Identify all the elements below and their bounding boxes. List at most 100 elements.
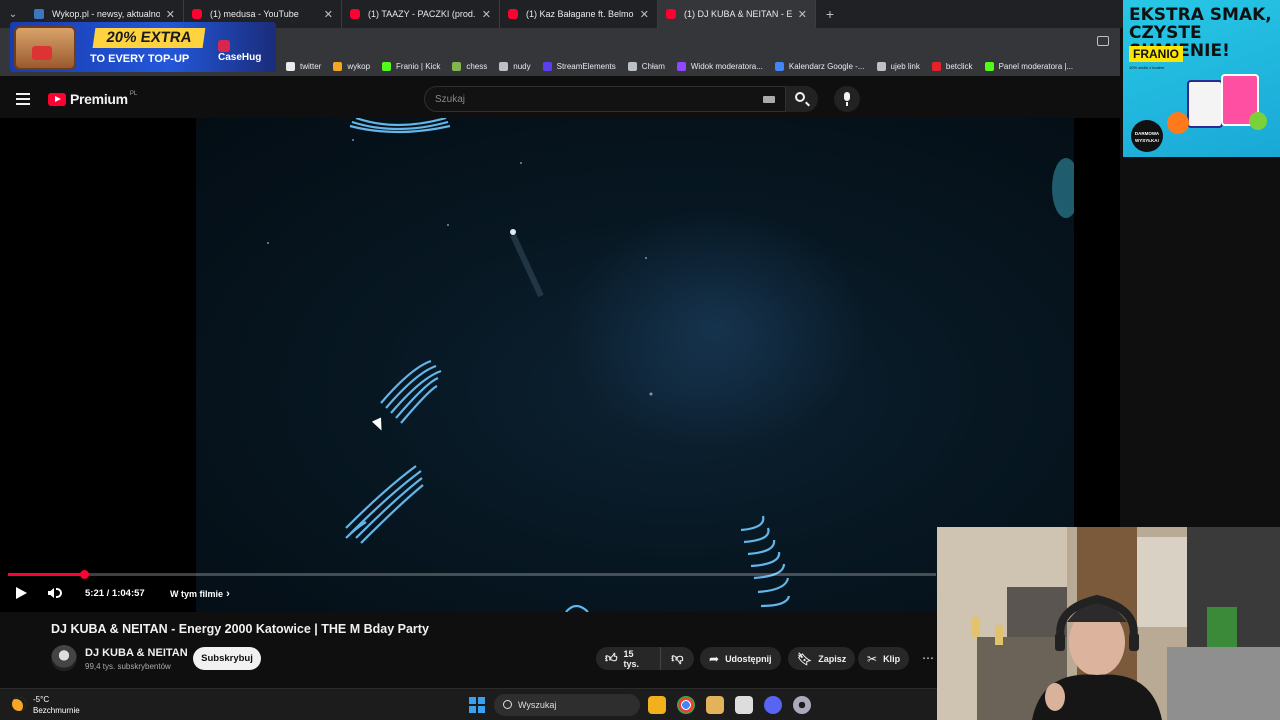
bookmark-item[interactable]: nudy xyxy=(499,61,531,71)
fruit-image xyxy=(1249,112,1267,130)
free-shipping-badge: DARMOWA WYSYŁKA! xyxy=(1131,120,1163,152)
windows-start-icon[interactable] xyxy=(469,697,485,713)
webcam-overlay xyxy=(937,527,1280,720)
logo-text: Premium xyxy=(70,91,128,107)
close-tab-icon[interactable]: ✕ xyxy=(640,8,649,21)
menu-icon[interactable] xyxy=(16,93,30,105)
subscribe-button[interactable]: Subskrybuj xyxy=(193,647,261,670)
discord-icon[interactable] xyxy=(764,696,782,714)
browser-tab[interactable]: (1) DJ KUBA & NEITAN - Energy ✕ xyxy=(658,0,816,28)
scrubber-handle[interactable] xyxy=(80,570,90,579)
close-tab-icon[interactable]: ✕ xyxy=(482,8,491,21)
save-button[interactable]: 🔖︎ Zapisz xyxy=(788,647,856,670)
settings-icon[interactable] xyxy=(793,696,811,714)
ad-brand: CaseHug xyxy=(218,40,276,63)
bookmark-item[interactable]: Kalendarz Google -... xyxy=(774,61,865,71)
close-tab-icon[interactable]: ✕ xyxy=(798,8,807,21)
tab-title: (1) medusa - YouTube xyxy=(210,9,299,19)
new-tab-button[interactable]: + xyxy=(816,0,844,28)
weather-description: Bezchmurnie xyxy=(33,706,80,715)
bookmark-item[interactable]: twitter xyxy=(286,61,321,71)
search-button[interactable] xyxy=(786,86,818,112)
bookmark-label: Panel moderatora |... xyxy=(998,61,1074,71)
like-count: 15 tys. xyxy=(623,648,640,669)
bookmark-favicon-icon xyxy=(286,61,295,71)
tab-title: (1) Kaz Bałagane ft. Belmondo xyxy=(526,9,634,19)
taskbar-search[interactable]: Wyszukaj xyxy=(494,694,640,716)
cast-icon[interactable] xyxy=(1097,36,1109,46)
share-button[interactable]: ➦ Udostępnij xyxy=(700,647,781,670)
more-actions-button[interactable]: ⋯ xyxy=(918,647,938,670)
casehug-ad-banner[interactable]: 20% EXTRA TO EVERY TOP-UP CaseHug xyxy=(10,22,276,72)
search-input[interactable] xyxy=(435,91,745,107)
youtube-header: Premium PL xyxy=(0,80,1120,118)
bookmark-favicon-icon xyxy=(499,61,509,71)
like-button[interactable]: 👍︎ 15 tys. xyxy=(596,647,661,670)
progress-bar[interactable] xyxy=(8,570,936,579)
like-dislike-group: 👍︎ 15 tys. 👎︎ xyxy=(596,647,694,670)
youtube-premium-logo[interactable]: Premium PL xyxy=(48,91,138,107)
region-label: PL xyxy=(129,91,138,97)
bookmark-item[interactable]: StreamElements xyxy=(542,61,616,71)
tab-title: (1) TAAZY - PACZKI (prod. Crack xyxy=(368,9,476,19)
bookmark-favicon-icon xyxy=(774,61,784,71)
close-tab-icon[interactable]: ✕ xyxy=(324,8,333,21)
bookmark-item[interactable]: Panel moderatora |... xyxy=(984,61,1074,71)
app-icon[interactable] xyxy=(706,696,724,714)
browser-tab[interactable]: (1) TAAZY - PACZKI (prod. Crack ✕ xyxy=(342,0,500,28)
franio-ad-banner[interactable]: EKSTRA SMAK, CZYSTE SUMIENIE! FRANIO 10%… xyxy=(1123,0,1280,157)
ad-note: 10% zniżki z kodem xyxy=(1129,65,1165,70)
search-box xyxy=(424,86,786,112)
weather-moon-icon[interactable] xyxy=(12,697,26,711)
chapters-button[interactable]: W tym filmie xyxy=(170,588,230,600)
keyboard-icon[interactable] xyxy=(763,96,775,103)
thumbs-up-icon: 👍︎ xyxy=(605,651,618,665)
bookmark-favicon-icon xyxy=(382,61,392,71)
channel-avatar[interactable] xyxy=(51,645,77,671)
clip-label: Klip xyxy=(883,653,901,664)
bookmark-favicon-icon xyxy=(452,61,462,71)
bookmark-label: Chłam xyxy=(641,61,665,71)
scissors-icon: ✂ xyxy=(867,651,878,666)
bookmark-favicon-icon xyxy=(876,61,886,71)
bookmark-item[interactable]: Chłam xyxy=(627,61,665,71)
bookmark-favicon-icon xyxy=(676,61,686,71)
share-icon: ➦ xyxy=(709,651,720,666)
wykop-icon xyxy=(34,9,44,19)
app-icon[interactable] xyxy=(735,696,753,714)
weather-temperature: -5°C xyxy=(33,695,50,704)
bookmark-label: Franio | Kick xyxy=(396,61,441,71)
youtube-icon xyxy=(666,9,676,19)
bookmark-item[interactable]: chess xyxy=(452,61,487,71)
bookmark-label: StreamElements xyxy=(556,61,616,71)
browser-tab[interactable]: (1) Kaz Bałagane ft. Belmondo ✕ xyxy=(500,0,658,28)
streamer-webcam-image xyxy=(937,527,1280,720)
dislike-button[interactable]: 👎︎ xyxy=(661,651,694,666)
voice-search-button[interactable] xyxy=(834,86,860,112)
bookmark-icon: 🔖︎ xyxy=(797,651,813,666)
ad-subline: TO EVERY TOP-UP xyxy=(90,53,190,65)
bookmark-item[interactable]: betclick xyxy=(931,61,973,71)
youtube-icon xyxy=(192,9,202,19)
youtube-play-icon xyxy=(48,92,66,106)
play-icon[interactable] xyxy=(16,587,27,599)
volume-icon[interactable] xyxy=(48,588,54,598)
bookmark-favicon-icon xyxy=(931,61,941,71)
share-label: Udostępnij xyxy=(725,653,772,664)
bookmark-item[interactable]: ujeb link xyxy=(876,61,920,71)
bookmark-label: Widok moderatora... xyxy=(690,61,763,71)
bookmark-item[interactable]: wykop xyxy=(333,61,370,71)
file-explorer-icon[interactable] xyxy=(648,696,666,714)
progress-fill xyxy=(8,573,85,576)
bookmark-item[interactable]: Franio | Kick xyxy=(382,61,441,71)
close-tab-icon[interactable]: ✕ xyxy=(166,8,175,21)
bookmark-favicon-icon xyxy=(542,61,552,71)
bookmark-label: Kalendarz Google -... xyxy=(788,61,865,71)
clip-button[interactable]: ✂ Klip xyxy=(858,647,910,670)
channel-name[interactable]: DJ KUBA & NEITAN xyxy=(85,647,188,659)
search-icon xyxy=(795,92,805,102)
bookmark-item[interactable]: Widok moderatora... xyxy=(676,61,763,71)
player-controls: 5:21 / 1:04:57 W tym filmie xyxy=(0,581,936,605)
video-title: DJ KUBA & NEITAN - Energy 2000 Katowice … xyxy=(51,622,429,636)
chrome-icon[interactable] xyxy=(677,696,695,714)
